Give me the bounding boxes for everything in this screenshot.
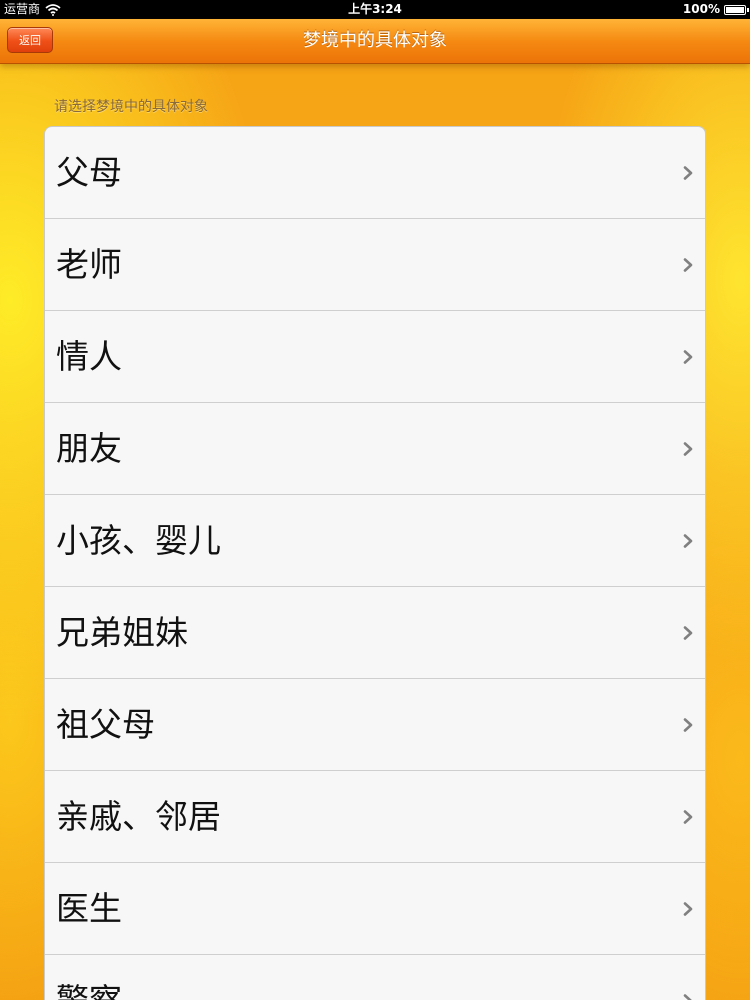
chevron-right-icon — [683, 718, 693, 732]
page-title: 梦境中的具体对象 — [303, 30, 447, 51]
list-item-grandparents[interactable]: 祖父母 — [45, 679, 705, 771]
chevron-right-icon — [683, 442, 693, 456]
list-item-label: 朋友 — [56, 429, 122, 468]
object-list: 父母 老师 情人 朋友 小孩、婴儿 兄弟姐妹 祖父母 亲戚、邻居 医生 警察 — [44, 126, 706, 1000]
chevron-right-icon — [683, 166, 693, 180]
battery-percent: 100% — [682, 2, 720, 16]
chevron-right-icon — [683, 626, 693, 640]
chevron-right-icon — [683, 534, 693, 548]
list-item-label: 亲戚、邻居 — [56, 797, 221, 836]
list-item-label: 兄弟姐妹 — [56, 613, 188, 652]
chevron-right-icon — [683, 258, 693, 272]
list-item-relatives-neighbors[interactable]: 亲戚、邻居 — [45, 771, 705, 863]
section-header: 请选择梦境中的具体对象 — [54, 99, 208, 115]
list-item-label: 祖父母 — [56, 705, 155, 744]
list-item-friend[interactable]: 朋友 — [45, 403, 705, 495]
list-item-child-baby[interactable]: 小孩、婴儿 — [45, 495, 705, 587]
list-item-doctor[interactable]: 医生 — [45, 863, 705, 955]
chevron-right-icon — [683, 902, 693, 916]
list-item-label: 老师 — [56, 245, 122, 284]
status-bar: 运营商 上午3:24 100% — [0, 0, 750, 19]
list-item-label: 父母 — [56, 153, 122, 192]
battery-group: 100% — [682, 0, 749, 19]
battery-icon — [724, 4, 749, 15]
chevron-right-icon — [683, 994, 692, 1000]
list-item-label: 警察 — [56, 955, 122, 1000]
list-item-siblings[interactable]: 兄弟姐妹 — [45, 587, 705, 679]
list-item-label: 情人 — [56, 337, 122, 376]
list-item-parents[interactable]: 父母 — [45, 127, 705, 219]
list-item-label: 医生 — [56, 889, 122, 928]
list-item-teacher[interactable]: 老师 — [45, 219, 705, 311]
chevron-right-icon — [683, 810, 693, 824]
chevron-right-icon — [683, 350, 693, 364]
list-item-lover[interactable]: 情人 — [45, 311, 705, 403]
list-item-police[interactable]: 警察 — [45, 955, 705, 1000]
list-item-label: 小孩、婴儿 — [56, 521, 221, 560]
status-time: 上午3:24 — [348, 2, 402, 16]
navigation-bar: 返回 梦境中的具体对象 — [0, 19, 750, 64]
